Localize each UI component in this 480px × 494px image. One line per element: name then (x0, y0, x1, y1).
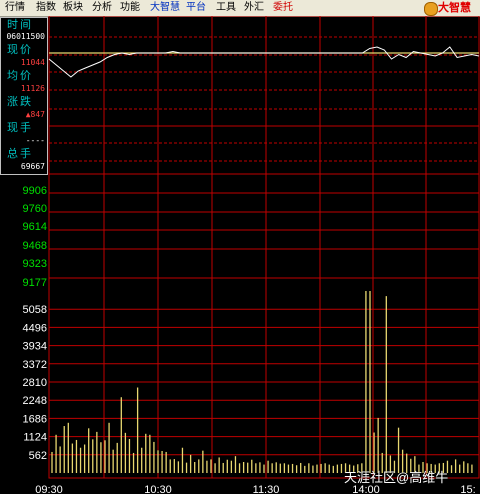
avg-value: 11126 (20, 84, 45, 93)
menu-item-8[interactable]: 外汇 (244, 1, 264, 14)
menu-bar: 行情 指数 板块 分析 功能 大智慧 平台 工具 外汇 委托 (0, 0, 480, 17)
vol-tick-label: 5058 (23, 304, 47, 316)
intraday-chart[interactable]: 5058 4496 3934 3372 2810 2248 1686 1124 562 9906 9… (0, 16, 480, 494)
avg-label: 均价 (7, 70, 33, 82)
menu-item-3[interactable]: 分析 (92, 1, 112, 14)
plot-frame (48, 16, 480, 479)
total-label: 总手 (7, 148, 33, 160)
vol-tick-label: 2810 (23, 377, 47, 389)
price-tick-label: 9468 (23, 240, 47, 252)
total-value: 69667 (20, 162, 45, 171)
vol-tick-label: 562 (29, 450, 47, 462)
vol-tick-label: 3934 (23, 341, 47, 353)
change-label: 涨跌 (7, 96, 33, 108)
info-panel: 时间 06011500 现价 11044 均价 11126 涨跌 ▲847 现手… (0, 17, 48, 175)
vol-tick-label: 2248 (23, 395, 47, 407)
price-tick-label: 9760 (23, 203, 47, 215)
dzh-logo[interactable]: 大智慧 (422, 0, 480, 16)
time-value: 06011500 (6, 32, 45, 41)
menu-item-9[interactable]: 委托 (273, 1, 293, 14)
price-value: 11044 (20, 58, 45, 67)
time-label: 时间 (7, 19, 33, 31)
vol-tick-label: 1124 (23, 432, 47, 444)
dzh-logo-icon (424, 2, 438, 16)
menu-item-6[interactable]: 平台 (186, 1, 206, 14)
price-label: 现价 (7, 44, 33, 56)
price-tick-label: 9177 (23, 277, 47, 289)
menu-item-7[interactable]: 工具 (216, 1, 236, 14)
menu-item-2[interactable]: 板块 (63, 1, 83, 14)
x-tick-label: 09:30 (35, 484, 63, 494)
menu-item-0[interactable]: 行情 (5, 1, 25, 14)
price-tick-label: 9323 (23, 258, 47, 270)
menu-item-4[interactable]: 功能 (120, 1, 140, 14)
x-tick-label: 15: (460, 484, 475, 494)
vol-tick-label: 4496 (23, 322, 47, 334)
menu-item-1[interactable]: 指数 (36, 1, 56, 14)
vol-tick-label: 1686 (23, 413, 47, 425)
menu-item-5[interactable]: 大智慧 (150, 1, 180, 14)
hand-label: 现手 (7, 122, 33, 134)
x-tick-label: 10:30 (144, 484, 172, 494)
watermark: 天涯社区@高维牛 (344, 470, 449, 485)
hand-value: ---- (25, 136, 45, 145)
vol-tick-label: 3372 (23, 359, 47, 371)
logo-text: 大智慧 (438, 2, 471, 14)
price-tick-label: 9906 (23, 185, 47, 197)
x-tick-label: 11:30 (253, 484, 280, 494)
price-tick-label: 9614 (23, 221, 47, 233)
change-value: ▲847 (25, 110, 45, 119)
